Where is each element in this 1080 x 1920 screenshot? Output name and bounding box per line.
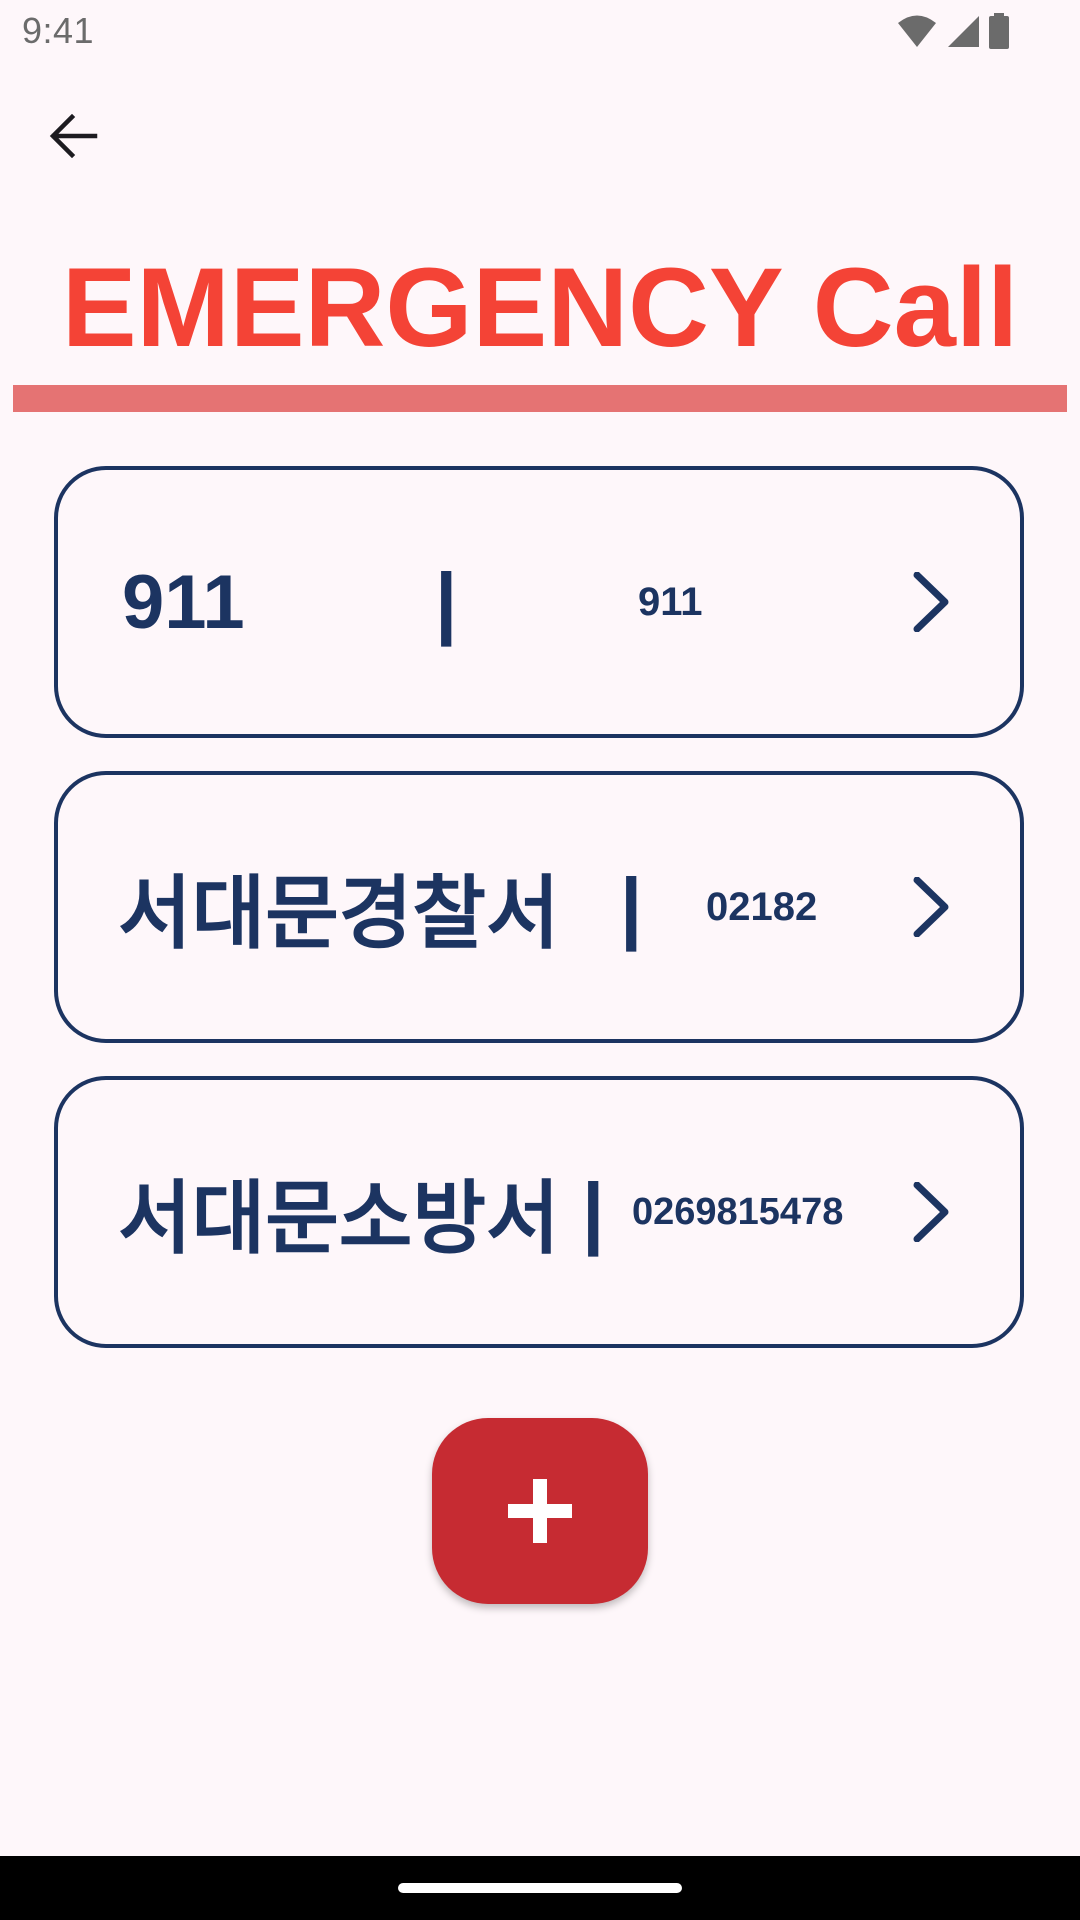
battery-icon <box>989 13 1009 49</box>
contact-number: 0269815478 <box>632 1190 844 1233</box>
home-gesture-handle[interactable] <box>398 1883 682 1893</box>
title-divider <box>13 385 1067 412</box>
status-time: 9:41 <box>22 10 95 51</box>
contact-separator: | <box>620 862 643 951</box>
contact-name: 서대문소방서 <box>118 1174 560 1263</box>
contact-number: 02182 <box>706 884 818 929</box>
chevron-right-icon <box>913 572 949 632</box>
cell-signal-icon <box>948 16 979 47</box>
wifi-icon <box>898 15 936 47</box>
plus-icon <box>508 1479 572 1543</box>
contact-card-fire[interactable]: 서대문소방서 | 0269815478 <box>54 1076 1024 1348</box>
status-bar: 9:41 <box>0 0 1080 64</box>
status-icons <box>896 13 1010 49</box>
contact-name: 서대문경찰서 <box>118 869 560 958</box>
chevron-right-icon <box>913 1182 949 1242</box>
contact-name: 911 <box>122 559 245 645</box>
emergency-call-screen: 9:41 EMERGENCY Call 911 | 911 서대문경찰서 | 0… <box>0 0 1080 1920</box>
contact-card-911[interactable]: 911 | 911 <box>54 466 1024 738</box>
contact-separator: | <box>582 1167 605 1256</box>
arrow-back-icon <box>49 114 98 158</box>
back-button[interactable] <box>34 96 114 176</box>
add-contact-button[interactable] <box>432 1418 648 1604</box>
page-title: EMERGENCY Call <box>61 245 1019 370</box>
contact-number: 911 <box>638 579 703 624</box>
chevron-right-icon <box>913 877 949 937</box>
contact-card-police[interactable]: 서대문경찰서 | 02182 <box>54 771 1024 1043</box>
contact-separator: | <box>435 557 458 646</box>
